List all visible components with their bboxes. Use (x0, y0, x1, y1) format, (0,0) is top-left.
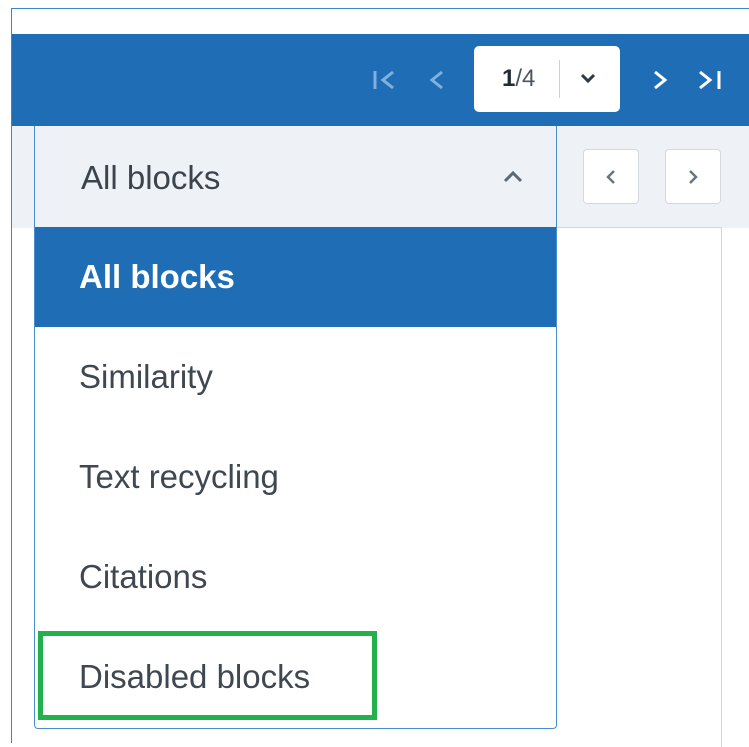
option-text-recycling[interactable]: Text recycling (35, 427, 556, 527)
option-all-blocks[interactable]: All blocks (35, 227, 556, 327)
highlight-annotation (38, 631, 377, 720)
option-citations[interactable]: Citations (35, 527, 556, 627)
last-page-icon[interactable] (694, 58, 724, 102)
prev-page-icon[interactable] (422, 58, 452, 102)
option-similarity[interactable]: Similarity (35, 327, 556, 427)
side-panel (556, 227, 722, 747)
next-block-button[interactable] (665, 149, 721, 204)
divider (559, 60, 560, 98)
chevron-down-icon[interactable] (578, 68, 598, 88)
chevron-left-icon (606, 169, 615, 184)
next-page-icon[interactable] (645, 58, 675, 102)
first-page-icon[interactable] (371, 58, 401, 102)
block-filter-select[interactable]: All blocks (35, 126, 556, 227)
chevron-right-icon (689, 169, 698, 184)
prev-block-button[interactable] (583, 149, 639, 204)
page-indicator: 1/4 (502, 65, 536, 92)
block-filter-selected-value: All blocks (81, 159, 221, 196)
chevron-up-icon[interactable] (502, 168, 524, 186)
page-selector[interactable]: 1/4 (474, 46, 620, 112)
